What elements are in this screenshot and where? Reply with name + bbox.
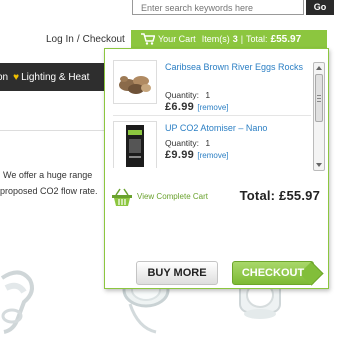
- cart-item: Caribsea Brown River Eggs Rocks Quantity…: [109, 60, 314, 120]
- cart-items-label: Item(s): [201, 34, 230, 44]
- search-input[interactable]: [132, 0, 304, 15]
- grip-line: [317, 98, 321, 99]
- intro-text: We offer a huge range proposed CO2 flow …: [0, 167, 98, 199]
- login-link[interactable]: Log In: [46, 34, 74, 45]
- remove-item-link[interactable]: [remove]: [197, 103, 228, 112]
- price-value: £6.99: [165, 101, 195, 113]
- price-value: £9.99: [165, 149, 195, 161]
- nav-item-partial[interactable]: on: [0, 72, 8, 83]
- cart-item-list: Caribsea Brown River Eggs Rocks Quantity…: [109, 60, 325, 168]
- dropdown-total: Total: £55.97: [240, 188, 320, 203]
- cart-item-quantity: Quantity: 1: [165, 90, 210, 100]
- checkout-link[interactable]: Checkout: [83, 34, 125, 45]
- grip-line: [317, 101, 321, 102]
- page: Go Log In/Checkout Your Cart Item(s) 3 |…: [0, 0, 338, 338]
- dropdown-total-label: Total:: [239, 188, 276, 203]
- quantity-label: Quantity:: [165, 138, 200, 148]
- item-divider: [113, 115, 311, 116]
- basket-icon[interactable]: [111, 186, 133, 208]
- heart-icon: ♥: [13, 71, 20, 83]
- remove-item-link[interactable]: [remove]: [197, 151, 228, 160]
- rocks-image: [119, 76, 151, 94]
- cart-dropdown: Caribsea Brown River Eggs Rocks Quantity…: [104, 48, 329, 289]
- scroll-down-icon[interactable]: [316, 163, 322, 167]
- cart-separator: |: [240, 34, 244, 44]
- dropdown-total-value: £55.97: [279, 188, 320, 203]
- cart-item-count: 3: [232, 34, 238, 44]
- view-complete-cart-link[interactable]: View Complete Cart: [137, 192, 208, 201]
- cart-item-quantity: Quantity: 1: [165, 138, 210, 148]
- account-links: Log In / Checkout: [46, 34, 125, 45]
- checkout-button-label: CHECKOUT: [241, 267, 305, 279]
- cart-item-name[interactable]: UP CO2 Atomiser – Nano: [165, 122, 311, 135]
- product-image-diffuser-1[interactable]: [0, 258, 40, 338]
- scrollbar-thumb[interactable]: [315, 74, 323, 122]
- buy-more-button[interactable]: BUY MORE: [136, 261, 218, 285]
- cart-label: Your Cart: [158, 34, 196, 44]
- checkout-button[interactable]: CHECKOUT: [232, 261, 314, 285]
- search-go-button[interactable]: Go: [306, 0, 334, 15]
- cart-item-price: £6.99 [remove]: [165, 101, 229, 113]
- quantity-value: 1: [205, 138, 211, 148]
- quantity-value: 1: [205, 90, 211, 100]
- cart-item: UP CO2 Atomiser – Nano Quantity: 1 £9.99…: [109, 121, 314, 168]
- intro-text-line-1: We offer a huge range: [3, 170, 93, 180]
- cart-total-label: Total:: [246, 34, 268, 44]
- main-nav: on ♥ Lighting & Heat: [0, 63, 108, 91]
- search-bar: Go: [132, 0, 338, 15]
- quantity-label: Quantity:: [165, 90, 200, 100]
- shopping-cart-icon: [141, 33, 155, 45]
- cart-list-scrollbar[interactable]: [313, 62, 325, 171]
- grip-line: [317, 95, 321, 96]
- cart-total-value: £55.97: [270, 33, 302, 45]
- nav-item-lighting-heating[interactable]: Lighting & Heat: [21, 72, 89, 83]
- atomiser-box-image: [126, 125, 144, 167]
- cart-summary-bar[interactable]: Your Cart Item(s) 3 | Total: £55.97: [131, 30, 327, 48]
- intro-text-line-2: proposed CO2 flow rate.: [0, 186, 98, 196]
- cart-item-name[interactable]: Caribsea Brown River Eggs Rocks: [165, 61, 311, 74]
- product-thumbnail-rocks[interactable]: [113, 60, 157, 104]
- cart-item-price: £9.99 [remove]: [165, 149, 229, 161]
- product-thumbnail-atomiser[interactable]: [113, 121, 157, 168]
- content-divider: [0, 130, 108, 131]
- link-separator: /: [76, 34, 80, 45]
- scroll-up-icon[interactable]: [316, 66, 322, 70]
